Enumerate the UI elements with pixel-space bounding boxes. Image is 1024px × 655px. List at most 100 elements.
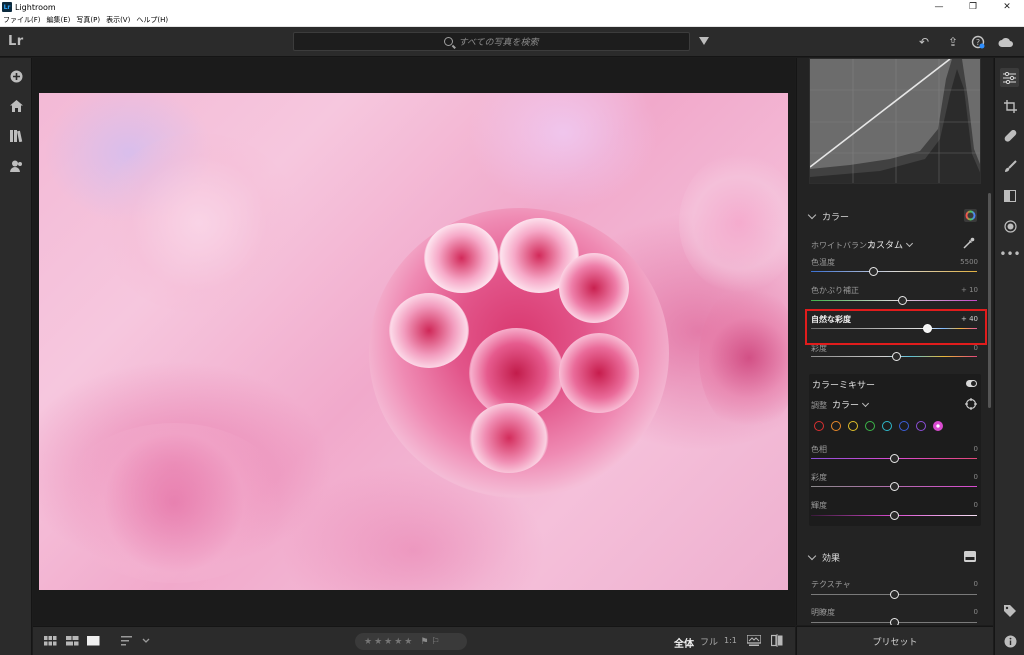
undo-icon[interactable]: ↶ (916, 34, 932, 50)
color-wheel-icon[interactable] (964, 209, 977, 222)
adjust-label: 調整 (811, 401, 827, 410)
tag-icon[interactable] (1002, 603, 1018, 619)
swatch-magenta[interactable] (933, 421, 943, 431)
tint-slider-thumb[interactable] (897, 296, 907, 305)
chevron-down-icon (861, 399, 870, 407)
color-section-header[interactable]: カラー (807, 207, 981, 225)
swatch-blue[interactable] (899, 421, 909, 431)
swatch-green[interactable] (865, 421, 875, 431)
more-icon[interactable]: ••• (999, 246, 1020, 262)
swatch-orange[interactable] (831, 421, 841, 431)
blossom-flower (559, 253, 629, 323)
panel-scrollbar[interactable] (988, 193, 991, 408)
filter-icon[interactable] (699, 37, 709, 45)
temp-slider-thumb[interactable] (868, 267, 878, 276)
adjust-dropdown[interactable]: カラー (832, 398, 870, 411)
help-icon[interactable]: ? (970, 34, 986, 50)
effects-section-header[interactable]: 効果 (807, 548, 981, 566)
blossom-flower (389, 293, 469, 368)
temp-value: 5500 (960, 258, 978, 266)
reject-flag-icon[interactable]: ⚐ (431, 637, 439, 647)
tool-strip: ••• (994, 58, 1024, 655)
white-balance-label: ホワイトバランス (811, 241, 875, 250)
star-rating[interactable]: ★★★★★ (364, 637, 414, 647)
clarity-label: 明瞭度 (811, 608, 835, 617)
menu-help[interactable]: ヘルプ(H) (133, 15, 171, 25)
search-input[interactable]: すべての写真を検索 (293, 32, 690, 51)
mixer-hue-value: 0 (973, 445, 978, 453)
effects-section-title: 効果 (822, 553, 841, 564)
healing-icon[interactable] (1002, 128, 1018, 144)
library-icon[interactable] (8, 128, 24, 144)
minimize-icon[interactable]: — (922, 0, 956, 14)
mixer-hue-slider[interactable] (811, 454, 977, 463)
mixer-saturation-slider-thumb[interactable] (889, 482, 899, 491)
brush-icon[interactable] (1002, 158, 1018, 174)
mixer-saturation-slider[interactable] (811, 482, 977, 491)
compare-icon[interactable] (747, 635, 761, 646)
menu-edit[interactable]: 編集(E) (44, 15, 74, 25)
mixer-luminance-label: 輝度 (811, 501, 827, 510)
radial-icon[interactable] (1002, 218, 1018, 234)
eyedropper-icon[interactable] (963, 237, 975, 249)
swatch-red[interactable] (814, 421, 824, 431)
clarity-slider-thumb[interactable] (889, 618, 899, 625)
detail-view-icon[interactable] (87, 636, 100, 646)
photo-grid-icon[interactable] (66, 636, 79, 646)
white-balance-dropdown[interactable]: カスタム (867, 238, 914, 251)
restore-icon[interactable]: ❐ (956, 0, 990, 14)
zoom-1to1[interactable]: 1:1 (724, 636, 737, 645)
cloud-icon[interactable] (998, 34, 1014, 50)
crop-icon[interactable] (1002, 98, 1018, 114)
zoom-fit[interactable]: 全体 (674, 635, 694, 650)
pick-flag-icon[interactable]: ⚑ (420, 637, 428, 647)
close-icon[interactable]: ✕ (990, 0, 1024, 14)
share-icon[interactable]: ⇪ (945, 34, 961, 50)
gradient-icon[interactable] (1002, 188, 1018, 204)
people-icon[interactable] (8, 158, 24, 174)
texture-slider-thumb[interactable] (889, 590, 899, 599)
texture-slider[interactable] (811, 590, 977, 599)
saturation-slider[interactable] (811, 352, 977, 361)
chevron-down-icon (905, 239, 914, 247)
mixer-luminance-slider-thumb[interactable] (889, 511, 899, 520)
before-after-icon[interactable] (771, 634, 783, 647)
chevron-down-icon (807, 210, 817, 219)
mixer-luminance-slider[interactable] (811, 511, 977, 520)
adjust-value: カラー (832, 401, 860, 411)
square-grid-icon[interactable] (44, 636, 57, 646)
window-titlebar: Lr Lightroom — ❐ ✕ (0, 0, 1024, 14)
swatch-yellow[interactable] (848, 421, 858, 431)
temp-slider[interactable] (811, 267, 977, 276)
clarity-slider[interactable] (811, 618, 977, 625)
menu-view[interactable]: 表示(V) (103, 15, 133, 25)
zoom-fill[interactable]: フル (700, 635, 718, 648)
presets-button[interactable]: プリセット (796, 626, 993, 655)
saturation-value: 0 (973, 344, 978, 352)
menu-bar: ファイル(F) 編集(E) 写真(P) 表示(V) ヘルプ(H) (0, 14, 1024, 27)
mixer-hue-label: 色相 (811, 445, 827, 454)
edit-sliders-icon[interactable] (1000, 68, 1019, 87)
menu-photo[interactable]: 写真(P) (73, 15, 103, 25)
swatch-aqua[interactable] (882, 421, 892, 431)
saturation-slider-thumb[interactable] (891, 352, 901, 361)
target-adjust-icon[interactable] (965, 398, 977, 410)
blurred-blossom (679, 153, 788, 293)
menu-file[interactable]: ファイル(F) (0, 15, 44, 25)
tint-slider[interactable] (811, 296, 977, 305)
sort-icon[interactable] (121, 636, 151, 646)
color-mixer-box (809, 374, 981, 526)
effects-panel-icon[interactable] (964, 551, 976, 562)
blossom-flower (469, 403, 549, 473)
color-section-title: カラー (822, 212, 850, 223)
color-mixer-toggle[interactable] (966, 380, 977, 387)
swatch-purple[interactable] (916, 421, 926, 431)
cherry-blossom-photo[interactable] (39, 93, 788, 590)
home-icon[interactable] (8, 98, 24, 114)
mixer-hue-slider-thumb[interactable] (889, 454, 899, 463)
bottom-toolbar: ★★★★★ ⚑ ⚐ 全体 フル 1:1 (33, 626, 795, 655)
presets-label: プリセット (872, 637, 918, 648)
tone-curve-graph[interactable] (809, 58, 981, 184)
info-icon[interactable] (1002, 633, 1018, 649)
add-photos-icon[interactable] (8, 68, 24, 84)
